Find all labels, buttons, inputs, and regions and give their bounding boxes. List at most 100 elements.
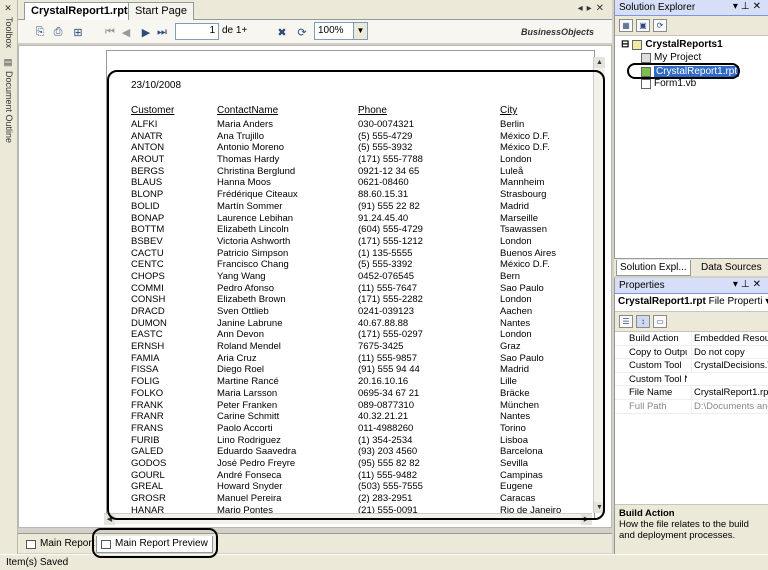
- cell-contact: Martine Rancé: [217, 376, 279, 388]
- close-icon[interactable]: ✕: [753, 279, 764, 290]
- property-value[interactable]: CrystalDecisions.VSDesigner: [691, 359, 768, 373]
- property-pages-icon[interactable]: ▭: [653, 315, 667, 328]
- zoom-value: 100%: [318, 25, 344, 36]
- report-view-tabs: Main Report Main Report Preview: [18, 533, 612, 553]
- property-row[interactable]: Custom Tool CrystalDecisions.VSDesigner: [615, 359, 768, 373]
- horizontal-scrollbar[interactable]: ◀ ▶: [104, 513, 592, 525]
- property-value[interactable]: CrystalReport1.rpt: [691, 386, 768, 400]
- tab-solution-explorer[interactable]: Solution Expl...: [616, 260, 691, 276]
- scroll-right-icon[interactable]: ▶: [581, 514, 592, 525]
- tree-crystalreport1[interactable]: CrystalReport1.rpt: [641, 66, 740, 77]
- property-row[interactable]: Copy to Output Do not copy: [615, 345, 768, 360]
- toolbox-tab[interactable]: ✕ Toolbox: [2, 4, 16, 48]
- toolbox-tab-label: Toolbox: [4, 17, 14, 49]
- solution-explorer-pane: Solution Explorer ▾⊥✕ ▦ ▣ ⟳ ⊟ CrystalReports…: [614, 0, 768, 276]
- group-tree-icon[interactable]: ⊞: [70, 24, 86, 40]
- report-toolbar: ⎘ ⎙ ⊞ ⏮ ◀ ▶ ⏭ 1 de 1+ ✖ ⟳ 100% ▼ Business…: [18, 20, 612, 44]
- cell-city: México D.F.: [500, 259, 550, 271]
- my-project-icon: [641, 52, 651, 63]
- tree-crystalreport1-label: CrystalReport1.rpt: [654, 66, 740, 77]
- table-row: CENTC Francisco Chang (5) 555-3392 México D…: [131, 259, 591, 271]
- first-page-icon[interactable]: ⏮: [102, 24, 118, 40]
- property-row[interactable]: File Name CrystalReport1.rpt: [615, 386, 768, 400]
- cell-phone: (11) 555-9857: [358, 352, 417, 364]
- stop-icon[interactable]: ✖: [274, 24, 290, 40]
- tree-my-project[interactable]: My Project: [641, 52, 701, 63]
- document-outline-icon: ▤: [4, 58, 14, 68]
- cell-city: Tsawassen: [500, 224, 547, 236]
- alphabetical-icon[interactable]: ↕: [636, 315, 650, 328]
- show-all-files-icon[interactable]: ▣: [636, 19, 650, 32]
- zoom-select[interactable]: 100% ▼: [314, 22, 368, 40]
- scroll-up-icon[interactable]: ▲: [594, 57, 605, 68]
- property-name: File Name: [629, 387, 673, 399]
- print-icon[interactable]: ⎙: [50, 24, 66, 40]
- categorized-icon[interactable]: ☰: [619, 315, 633, 328]
- table-row: CHOPS Yang Wang 0452-076545 Bern: [131, 271, 591, 283]
- cell-customer: CACTU: [131, 247, 164, 259]
- tab-main-report[interactable]: Main Report: [22, 536, 98, 553]
- cell-contact: Ann Devon: [217, 329, 265, 341]
- tab-start-page[interactable]: Start Page: [128, 2, 194, 20]
- close-icon[interactable]: ✕: [596, 3, 608, 14]
- cell-city: Bräcke: [500, 387, 530, 399]
- cell-contact: José Pedro Freyre: [217, 457, 296, 469]
- close-icon[interactable]: ✕: [753, 1, 764, 12]
- cell-city: Caracas: [500, 493, 536, 504]
- property-object-name: CrystalReport1.rpt: [618, 296, 706, 307]
- last-page-icon[interactable]: ⏭: [154, 24, 170, 40]
- refresh-icon[interactable]: ⟳: [653, 19, 667, 32]
- tab-scroll-icon[interactable]: ◂▸: [578, 3, 596, 14]
- properties-toolbar: ☰ ↕ ▭: [615, 312, 768, 332]
- cell-customer: BERGS: [131, 165, 165, 177]
- cell-contact: Aria Cruz: [217, 352, 257, 364]
- property-row[interactable]: Custom Tool Na: [615, 373, 768, 387]
- page-count-label: de 1+: [222, 25, 248, 36]
- minus-icon[interactable]: ⊟: [621, 39, 629, 50]
- cell-customer: BONAP: [131, 212, 165, 224]
- refresh-icon[interactable]: ⟳: [294, 24, 310, 40]
- cell-city: London: [500, 329, 532, 341]
- tab-main-report-preview[interactable]: Main Report Preview: [96, 536, 213, 553]
- cell-customer: GODOS: [131, 457, 167, 469]
- chevron-down-icon[interactable]: ▾: [733, 279, 741, 290]
- document-outline-tab[interactable]: ▤ Document Outline: [2, 58, 16, 143]
- cell-city: München: [500, 399, 540, 411]
- tab-crystalreport1[interactable]: CrystalReport1.rpt*: [24, 2, 139, 21]
- properties-icon[interactable]: ▦: [619, 19, 633, 32]
- pin-icon[interactable]: ⊥: [741, 279, 753, 290]
- cell-contact: Thomas Hardy: [217, 154, 280, 166]
- next-page-icon[interactable]: ▶: [138, 24, 154, 40]
- property-object-select[interactable]: CrystalReport1.rpt File Properti ▾: [615, 294, 768, 312]
- scroll-left-icon[interactable]: ◀: [104, 514, 115, 525]
- scroll-down-icon[interactable]: ▼: [594, 502, 605, 513]
- table-row: CACTU Patricio Simpson (1) 135-5555 Buenos …: [131, 248, 591, 260]
- property-value[interactable]: Do not copy: [691, 345, 768, 360]
- cell-city: London: [500, 294, 532, 306]
- cell-phone: (1) 135-5555: [358, 247, 413, 259]
- previous-page-icon[interactable]: ◀: [118, 24, 134, 40]
- cell-city: Barcelona: [500, 446, 543, 458]
- chevron-down-icon[interactable]: ▾: [733, 1, 741, 12]
- property-value[interactable]: Embedded Resource: [691, 332, 768, 346]
- chevron-down-icon[interactable]: ▼: [353, 23, 367, 39]
- table-row: EASTC Ann Devon (171) 555-0297 London: [131, 329, 591, 341]
- tree-project[interactable]: ⊟ CrystalReports1: [621, 39, 723, 50]
- pane-controls: ▾⊥✕: [733, 279, 764, 290]
- tree-form1[interactable]: Form1.vb: [641, 78, 696, 89]
- cell-customer: BOLID: [131, 200, 160, 212]
- property-value[interactable]: D:\Documents and S: [691, 399, 768, 414]
- vertical-scrollbar[interactable]: ▲ ▼: [593, 57, 605, 513]
- cell-contact: Janine Labrune: [217, 317, 283, 329]
- cell-city: Nantes: [500, 411, 531, 423]
- document-tab-strip: CrystalReport1.rpt* Start Page ◂▸✕: [18, 0, 612, 21]
- cell-phone: (95) 555 82 82: [358, 457, 420, 469]
- header-city: City: [500, 105, 518, 116]
- tab-data-sources[interactable]: Data Sources: [698, 260, 765, 275]
- pin-icon[interactable]: ⊥: [741, 1, 753, 12]
- page-number-input[interactable]: 1: [175, 23, 219, 40]
- property-row[interactable]: Full Path D:\Documents and S: [615, 399, 768, 414]
- export-icon[interactable]: ⎘: [32, 24, 48, 40]
- cell-contact: Roland Mendel: [217, 341, 281, 353]
- property-row[interactable]: Build Action Embedded Resource: [615, 332, 768, 346]
